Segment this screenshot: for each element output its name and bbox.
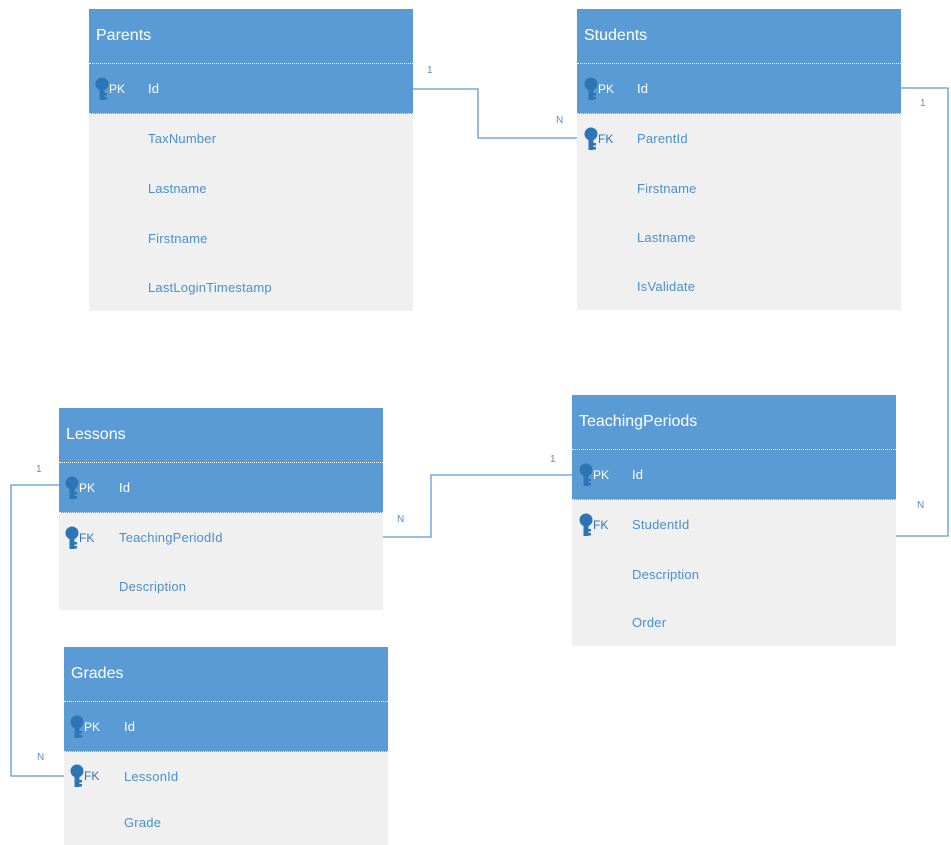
pk-field-name: Id — [632, 467, 644, 482]
field-row[interactable]: Description — [572, 549, 896, 599]
fk-tag: FK — [79, 530, 95, 545]
entity-title: Students — [577, 9, 901, 63]
entity-title: TeachingPeriods — [572, 395, 896, 449]
fk-field-name: ParentId — [637, 131, 688, 146]
cardinality-many-lessons: N — [397, 514, 405, 525]
key-icon — [95, 77, 109, 101]
key-icon — [579, 463, 593, 487]
entity-body: TaxNumber Lastname Firstname LastLoginTi… — [89, 114, 413, 311]
pk-field-name: Id — [148, 81, 160, 96]
field-row[interactable]: Description — [59, 562, 383, 610]
foreign-key-row[interactable]: FK LessonId — [64, 752, 388, 800]
fk-tag: FK — [593, 517, 609, 532]
primary-key-row[interactable]: PK Id — [64, 701, 388, 752]
field-row[interactable]: LastLoginTimestamp — [89, 263, 413, 311]
fk-field-name: TeachingPeriodId — [119, 530, 223, 545]
key-icon — [65, 476, 79, 500]
key-icon — [65, 526, 79, 550]
pk-tag: PK — [84, 719, 101, 734]
primary-key-row[interactable]: PK Id — [89, 63, 413, 114]
fk-tag: FK — [598, 131, 614, 146]
entity-title: Parents — [89, 9, 413, 63]
primary-key-row[interactable]: PK Id — [572, 449, 896, 500]
field-row[interactable]: Lastname — [89, 163, 413, 213]
key-icon — [70, 764, 84, 788]
field-name: Firstname — [148, 230, 208, 246]
field-row[interactable]: Firstname — [577, 163, 901, 213]
field-name: Description — [632, 566, 700, 582]
primary-key-row[interactable]: PK Id — [59, 462, 383, 513]
field-name: Grade — [124, 815, 162, 830]
primary-key-row[interactable]: PK Id — [577, 63, 901, 114]
entity-teachingperiods[interactable]: TeachingPeriods PK Id FK StudentId Descr… — [572, 395, 896, 646]
key-icon — [584, 77, 598, 101]
foreign-key-row[interactable]: FK TeachingPeriodId — [59, 513, 383, 562]
pk-field-name: Id — [637, 81, 649, 96]
pk-field-name: Id — [119, 480, 131, 495]
field-name: Description — [119, 578, 187, 594]
key-icon — [579, 513, 593, 537]
pk-field-name: Id — [124, 719, 136, 734]
field-name: Firstname — [637, 180, 697, 196]
pk-tag: PK — [598, 81, 615, 96]
key-icon — [70, 715, 84, 739]
field-name: IsValidate — [637, 278, 696, 294]
cardinality-many-teachingperiods: N — [917, 500, 925, 511]
field-name: Lastname — [637, 230, 696, 245]
cardinality-one-teachingperiods: 1 — [550, 454, 556, 465]
cardinality-one-students: 1 — [920, 98, 926, 109]
pk-tag: PK — [79, 480, 96, 495]
pk-tag: PK — [593, 467, 610, 482]
fk-field-name: StudentId — [632, 517, 690, 532]
entity-body: FK StudentId Description Order — [572, 500, 896, 646]
field-name: Lastname — [148, 180, 207, 196]
cardinality-many-students: N — [556, 115, 564, 126]
er-diagram: 1 N 1 N 1 N 1 N Parents PK Id TaxNumber … — [0, 0, 951, 845]
entity-body: FK ParentId Firstname Lastname IsValidat… — [577, 114, 901, 310]
connector-lessons-grades — [10, 484, 64, 777]
field-row[interactable]: Firstname — [89, 213, 413, 263]
entity-grades[interactable]: Grades PK Id FK LessonId Grade — [64, 647, 388, 845]
foreign-key-row[interactable]: FK ParentId — [577, 114, 901, 163]
field-row[interactable]: Lastname — [577, 213, 901, 262]
connector-students-teachingperiods — [896, 87, 949, 537]
entity-body: FK TeachingPeriodId Description — [59, 513, 383, 610]
fk-tag: FK — [84, 769, 100, 783]
field-name: Order — [632, 615, 667, 630]
entity-parents[interactable]: Parents PK Id TaxNumber Lastname Firstna… — [89, 9, 413, 311]
field-name: LastLoginTimestamp — [148, 279, 272, 295]
entity-lessons[interactable]: Lessons PK Id FK TeachingPeriodId Descri… — [59, 408, 383, 610]
cardinality-one-lessons: 1 — [36, 464, 42, 475]
connector-teachingperiods-lessons — [383, 474, 572, 538]
cardinality-many-grades: N — [37, 752, 45, 763]
field-row[interactable]: Grade — [64, 800, 388, 845]
field-name: TaxNumber — [148, 131, 217, 146]
field-row[interactable]: Order — [572, 599, 896, 646]
entity-students[interactable]: Students PK Id FK ParentId Firstname Las… — [577, 9, 901, 310]
field-row[interactable]: TaxNumber — [89, 114, 413, 163]
field-row[interactable]: IsValidate — [577, 262, 901, 310]
fk-field-name: LessonId — [124, 768, 179, 784]
entity-title: Grades — [64, 647, 388, 701]
key-icon — [584, 127, 598, 151]
connector-parents-students — [413, 88, 577, 139]
pk-tag: PK — [109, 81, 126, 96]
foreign-key-row[interactable]: FK StudentId — [572, 500, 896, 549]
entity-title: Lessons — [59, 408, 383, 462]
entity-body: FK LessonId Grade — [64, 752, 388, 845]
cardinality-one-parents: 1 — [427, 65, 433, 76]
